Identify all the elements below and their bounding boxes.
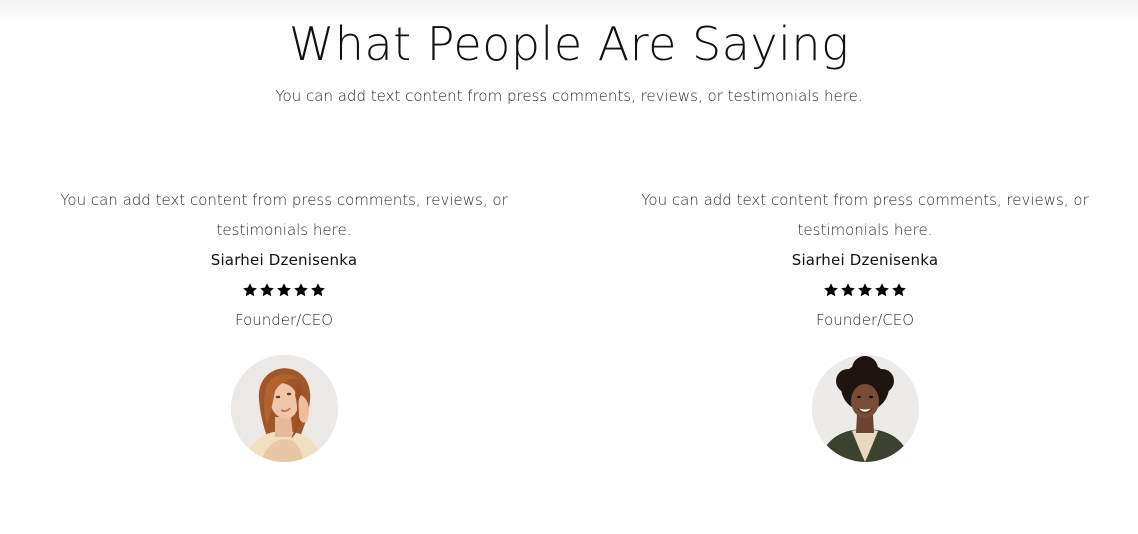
testimonial-author: Siarhei Dzenisenka: [210, 251, 358, 269]
star-icon: [892, 283, 906, 297]
star-icon: [841, 283, 855, 297]
testimonial-card: You can add text content from press comm…: [59, 185, 509, 462]
star-icon: [311, 283, 325, 297]
testimonial-avatar: [811, 355, 919, 462]
testimonial-role: Founder/CEO: [815, 311, 914, 329]
star-icon: [294, 283, 308, 297]
testimonial-quote: You can add text content from press comm…: [60, 191, 508, 239]
star-icon: [243, 283, 257, 297]
star-icon: [824, 283, 838, 297]
star-rating: [59, 275, 509, 305]
woman-portrait-avatar-icon: [230, 355, 338, 462]
star-icon: [858, 283, 872, 297]
testimonial-card: You can add text content from press comm…: [640, 185, 1090, 462]
section-subtitle: You can add text content from press comm…: [275, 87, 863, 105]
section-title: What People Are Saying: [288, 17, 850, 71]
testimonial-role: Founder/CEO: [234, 311, 333, 329]
testimonial-quote: You can add text content from press comm…: [641, 191, 1089, 239]
star-icon: [277, 283, 291, 297]
woman-portrait-avatar-icon: [811, 355, 919, 462]
testimonial-avatar: [230, 355, 338, 462]
testimonial-author: Siarhei Dzenisenka: [791, 251, 939, 269]
star-icon: [875, 283, 889, 297]
star-icon: [260, 283, 274, 297]
star-rating: [640, 275, 1090, 305]
